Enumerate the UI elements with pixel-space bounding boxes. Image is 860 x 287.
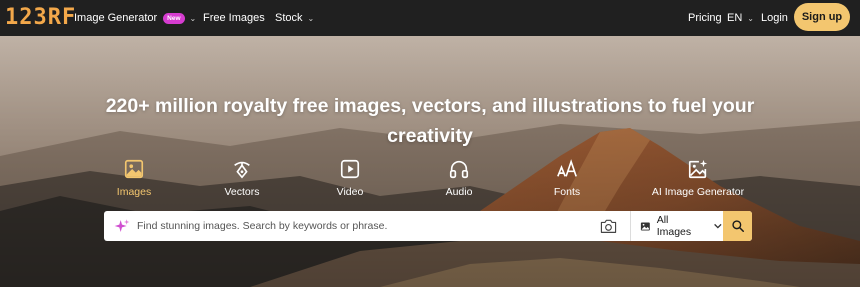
nav-free-images[interactable]: Free Images [203,0,265,36]
camera-icon[interactable] [600,218,617,234]
image-icon [640,221,650,231]
tab-video[interactable]: Video [328,158,372,202]
new-badge: New [163,12,185,24]
nav-stock-label: Stock [275,12,303,24]
logo[interactable]: 123RF [5,7,76,29]
search-button[interactable] [723,211,752,241]
chevron-down-icon [714,223,722,229]
tab-audio-label: Audio [445,186,473,198]
search-divider [630,211,631,241]
tab-ai-image-generator-label: AI Image Generator [651,186,745,198]
hero-title: 220+ million royalty free images, vector… [105,95,755,147]
chevron-down-icon: ⌄ [189,13,197,23]
language-label: EN [727,12,743,24]
signup-button[interactable]: Sign up [794,3,850,31]
language-selector[interactable]: EN ⌄ [727,0,754,36]
nav-stock[interactable]: Stock ⌄ [275,0,314,36]
ai-image-icon [688,159,708,179]
tab-images-label: Images [116,186,152,198]
image-type-select[interactable]: All Images [635,211,723,241]
nav-pricing-label: Pricing [688,12,722,24]
search-icon [731,220,744,233]
tab-ai-image-generator[interactable]: AI Image Generator [652,158,744,202]
search-bar: Find stunning images. Search by keywords… [104,211,752,241]
tab-vectors[interactable]: Vectors [220,158,264,202]
pen-nib-icon [234,161,250,179]
nav-image-generator[interactable]: Image Generator New ⌄ [74,0,196,36]
nav-pricing[interactable]: Pricing [688,0,722,36]
chevron-down-icon: ⌄ [307,13,315,23]
hero: 220+ million royalty free images, vector… [0,36,860,287]
image-type-label: All Images [656,214,692,238]
tab-fonts-label: Fonts [553,186,581,198]
tab-video-label: Video [336,186,364,198]
tab-audio[interactable]: Audio [437,158,481,202]
nav-image-generator-label: Image Generator [74,12,158,24]
chevron-down-icon: ⌄ [747,13,754,23]
top-nav: 123RF Image Generator New ⌄ Free Images … [0,0,860,36]
nav-free-images-label: Free Images [203,12,265,24]
tab-vectors-label: Vectors [224,186,260,198]
tab-fonts[interactable]: Fonts [545,158,589,202]
headphones-icon [449,160,469,179]
play-icon [340,159,360,179]
login-label: Login [761,12,788,24]
image-icon [124,159,144,179]
tab-images[interactable]: Images [112,158,156,202]
login-link[interactable]: Login [761,0,788,36]
category-tabs: Images Vectors Video Audio Fonts AI Imag… [0,158,860,202]
search-input[interactable]: Find stunning images. Search by keywords… [137,211,387,241]
font-icon [557,159,577,177]
sparkle-icon [114,219,130,232]
